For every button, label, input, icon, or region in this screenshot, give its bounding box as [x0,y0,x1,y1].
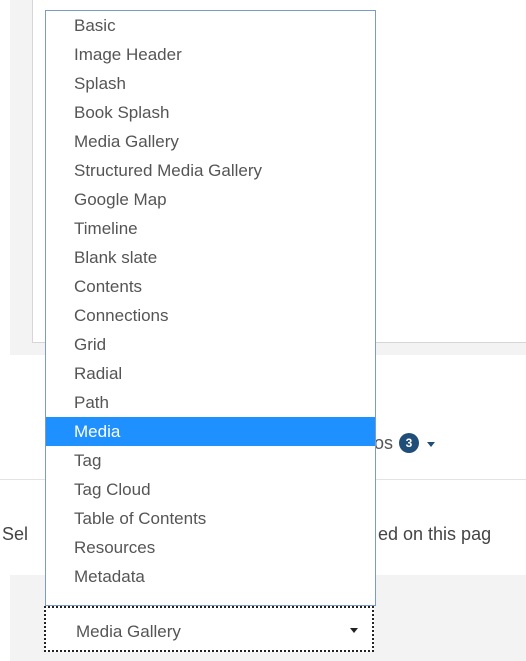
chevron-down-icon[interactable] [350,628,358,633]
dropdown-option[interactable]: Resources [46,533,375,562]
select-instruction-left: Sel [2,524,29,544]
dropdown-option[interactable]: Basic [46,11,375,40]
dropdown-option[interactable]: Connections [46,301,375,330]
dropdown-option[interactable]: Google Map [46,185,375,214]
dropdown-option[interactable]: Book Splash [46,98,375,127]
dropdown-option[interactable]: Splash [46,69,375,98]
layout-select-value: Media Gallery [76,622,181,641]
tabs-label: os [374,432,394,453]
dropdown-option[interactable]: Media [46,417,375,446]
dropdown-option[interactable]: Table of Contents [46,504,375,533]
dropdown-option[interactable]: Blank slate [46,243,375,272]
select-instruction-right: ed on this pag [378,524,492,544]
tabs-fragment[interactable]: os 3 [374,431,436,455]
chevron-down-icon[interactable] [427,441,436,447]
dropdown-option[interactable]: Metadata [46,562,375,591]
dropdown-option[interactable]: Path [46,388,375,417]
dropdown-option[interactable]: Tag [46,446,375,475]
dropdown-option[interactable]: Grid [46,330,375,359]
dropdown-option[interactable]: Structured Media Gallery [46,156,375,185]
dropdown-option[interactable]: Tag Cloud [46,475,375,504]
dropdown-option[interactable]: Image Header [46,40,375,69]
layout-select[interactable]: Media Gallery [44,606,374,652]
count-badge: 3 [399,433,420,453]
dropdown-option[interactable]: Radial [46,359,375,388]
dropdown-option[interactable]: Media Gallery [46,127,375,156]
dropdown-option[interactable]: Contents [46,272,375,301]
layout-dropdown-list[interactable]: Basic Image Header Splash Book Splash Media … [45,10,376,606]
dropdown-option[interactable]: Timeline [46,214,375,243]
